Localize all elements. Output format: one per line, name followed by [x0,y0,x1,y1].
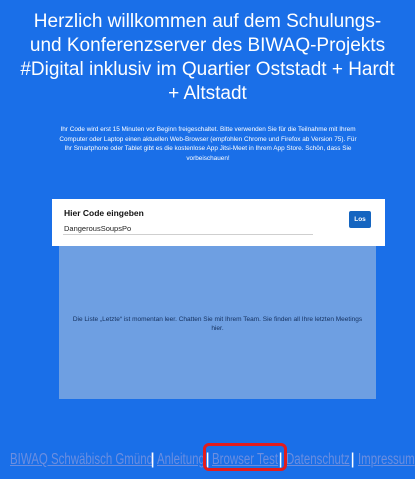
join-card: Hier Code eingeben Los [52,199,385,246]
footer-separator: | [151,451,155,468]
footer-link-datenschutz[interactable]: Datenschutz [286,450,350,470]
footer-link-impressum[interactable]: Impressum [358,450,415,470]
footer-link-browser-test[interactable]: Browser Test [212,450,278,470]
footer-link-anleitung[interactable]: Anleitung [157,450,205,470]
footer-separator: | [279,451,283,468]
welcome-title: Herzlich willkommen auf dem Schulungs- u… [20,11,395,104]
go-button[interactable]: Los [349,211,371,228]
code-label: Hier Code eingeben [64,208,144,218]
recent-empty-text: Die Liste „Letzte“ ist momentan leer. Ch… [72,316,363,332]
footer-separator: | [206,451,210,468]
code-input[interactable] [63,222,313,235]
footer-link-biwaq[interactable]: BIWAQ Schwäbisch Gmünd [10,450,153,470]
footer-links: BIWAQ Schwäbisch Gmünd | Anleitung | Bro… [0,450,415,474]
intro-text: Ihr Code wird erst 15 Minuten vor Beginn… [59,126,357,162]
footer-separator: | [351,451,355,468]
recent-meetings-panel: Die Liste „Letzte“ ist momentan leer. Ch… [59,246,376,399]
